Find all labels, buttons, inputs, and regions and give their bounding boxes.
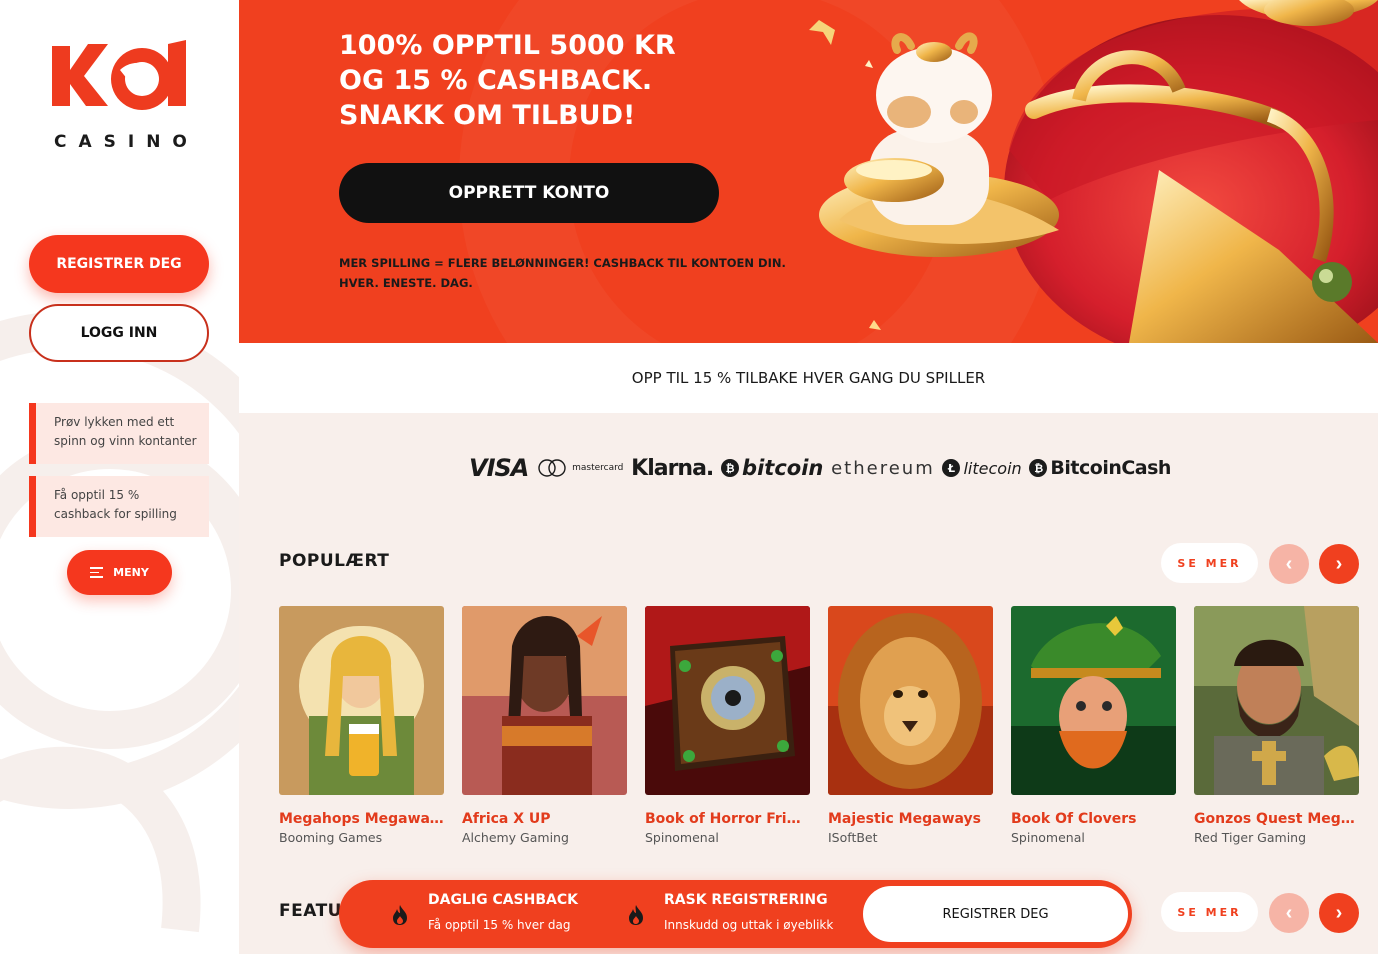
main-content: VISA mastercard Klarna. ₿ bitcoin ethere… [239, 413, 1378, 954]
game-card[interactable]: Africa X UP Alchemy Gaming [462, 606, 627, 845]
game-art-gonzos-quest [1194, 606, 1359, 795]
daily-cashback-subtitle: Få opptil 15 % hver dag [428, 918, 571, 932]
chevron-left-icon: ‹ [1285, 552, 1293, 575]
hero-title-line: SNAKK OM TILBUD! [339, 100, 636, 131]
promo-card-spin[interactable]: Prøv lykken med ett spinn og vinn kontan… [29, 403, 209, 464]
lucky-bag-illustration [809, 0, 1378, 343]
litecoin-coin-icon: Ł [942, 459, 961, 477]
popular-prev-arrow[interactable]: ‹ [1269, 544, 1309, 584]
menu-label: MENY [113, 566, 149, 579]
game-provider: Red Tiger Gaming [1194, 830, 1307, 845]
game-provider: Spinomenal [1011, 830, 1085, 845]
hero-title: 100% OPPTIL 5000 KR OG 15 % CASHBACK. SN… [339, 28, 759, 133]
fire-icon [629, 905, 643, 925]
game-thumbnail[interactable] [1011, 606, 1176, 795]
menu-button[interactable]: MENY [67, 550, 172, 595]
game-thumbnail[interactable] [828, 606, 993, 795]
game-art-megahops [279, 606, 444, 795]
sidebar: CASINO REGISTRER DEG LOGG INN Prøv lykke… [0, 0, 239, 954]
popular-see-more-button[interactable]: SE MER [1161, 543, 1258, 583]
bitcoincash-coin-icon: ₿ [1029, 459, 1048, 477]
koi-logo-mark [52, 40, 186, 110]
promo-card-text: Prøv lykken med ett spinn og vinn kontan… [54, 415, 197, 448]
hero-subtext-line: MER SPILLING = FLERE BELØNNINGER! CASHBA… [339, 256, 786, 270]
popular-games-row: Megahops Megaways Booming Games Africa X… [279, 606, 1359, 856]
promo-card-text: Få opptil 15 % cashback for spilling [54, 488, 177, 521]
game-provider: Alchemy Gaming [462, 830, 569, 845]
daily-cashback-title: DAGLIG CASHBACK [428, 892, 578, 908]
mastercard-label: mastercard [572, 463, 624, 473]
bitcoincash-logo: ₿ BitcoinCash [1029, 457, 1171, 479]
game-thumbnail[interactable] [462, 606, 627, 795]
cashback-strip-text: OPP TIL 15 % TILBAKE HVER GANG DU SPILLE… [631, 369, 986, 387]
chevron-right-icon: › [1335, 901, 1343, 924]
popular-section-title: POPULÆRT [279, 551, 390, 571]
bitcoin-label: bitcoin [742, 456, 824, 480]
game-provider: ISoftBet [828, 830, 878, 845]
game-card[interactable]: Book Of Clovers Spinomenal [1011, 606, 1176, 845]
klarna-logo: Klarna. [631, 455, 714, 481]
fast-registration-title: RASK REGISTRERING [664, 892, 828, 908]
game-name[interactable]: Megahops Megaways [279, 811, 444, 827]
game-thumbnail[interactable] [645, 606, 810, 795]
popular-next-arrow[interactable]: › [1319, 544, 1359, 584]
chevron-left-icon: ‹ [1285, 901, 1293, 924]
game-card[interactable]: Gonzos Quest MegaW... Red Tiger Gaming [1194, 606, 1359, 845]
register-button[interactable]: REGISTRER DEG [29, 235, 209, 293]
bitcoincash-label: BitcoinCash [1050, 457, 1171, 479]
payment-methods: VISA mastercard Klarna. ₿ bitcoin ethere… [469, 453, 1171, 483]
visa-logo: VISA [469, 454, 529, 482]
game-art-book-horror [645, 606, 810, 795]
bottom-register-button[interactable]: REGISTRER DEG [863, 886, 1128, 942]
mastercard-logo: mastercard [536, 458, 623, 478]
chevron-right-icon: › [1335, 552, 1343, 575]
fast-registration-subtitle: Innskudd og uttak i øyeblikk [664, 918, 834, 932]
litecoin-logo: Ł litecoin [942, 458, 1022, 478]
featured-see-more-button[interactable]: SE MER [1161, 892, 1258, 932]
promo-card-cashback[interactable]: Få opptil 15 % cashback for spilling [29, 476, 209, 537]
game-name[interactable]: Book Of Clovers [1011, 811, 1176, 827]
hero-title-line: 100% OPPTIL 5000 KR [339, 30, 676, 61]
hero-title-line: OG 15 % CASHBACK. [339, 65, 653, 96]
create-account-button[interactable]: OPPRETT KONTO [339, 163, 719, 223]
game-thumbnail[interactable] [279, 606, 444, 795]
fire-icon [393, 905, 407, 925]
game-art-book-clovers [1011, 606, 1176, 795]
litecoin-label: litecoin [963, 458, 1022, 478]
game-name[interactable]: Book of Horror Friday... [645, 811, 810, 827]
hero-subtext-line: HVER. ENESTE. DAG. [339, 276, 473, 290]
mastercard-circles-icon [538, 459, 566, 477]
game-art-africa [462, 606, 627, 795]
game-card[interactable]: Book of Horror Friday... Spinomenal [645, 606, 810, 845]
featured-next-arrow[interactable]: › [1319, 893, 1359, 933]
ethereum-logo: ethereum [831, 457, 935, 479]
hero-subtext: MER SPILLING = FLERE BELØNNINGER! CASHBA… [339, 253, 799, 293]
game-card[interactable]: Megahops Megaways Booming Games [279, 606, 444, 845]
bottom-promo-bar: DAGLIG CASHBACK Få opptil 15 % hver dag … [339, 880, 1132, 948]
bitcoin-coin-icon: ₿ [721, 459, 740, 477]
game-name[interactable]: Africa X UP [462, 811, 627, 827]
cashback-strip: OPP TIL 15 % TILBAKE HVER GANG DU SPILLE… [239, 343, 1378, 413]
game-name[interactable]: Majestic Megaways [828, 811, 993, 827]
game-provider: Spinomenal [645, 830, 719, 845]
menu-lines-icon [90, 567, 104, 578]
game-name[interactable]: Gonzos Quest MegaW... [1194, 811, 1359, 827]
game-provider: Booming Games [279, 830, 383, 845]
featured-prev-arrow[interactable]: ‹ [1269, 893, 1309, 933]
game-art-majestic-lion [828, 606, 993, 795]
login-button[interactable]: LOGG INN [29, 304, 209, 362]
game-thumbnail[interactable] [1194, 606, 1359, 795]
hero-banner: 100% OPPTIL 5000 KR OG 15 % CASHBACK. SN… [239, 0, 1378, 343]
logo-subtitle: CASINO [54, 132, 199, 152]
koi-casino-logo[interactable]: CASINO [50, 40, 190, 160]
game-card[interactable]: Majestic Megaways ISoftBet [828, 606, 993, 845]
bitcoin-logo: ₿ bitcoin [721, 456, 823, 480]
